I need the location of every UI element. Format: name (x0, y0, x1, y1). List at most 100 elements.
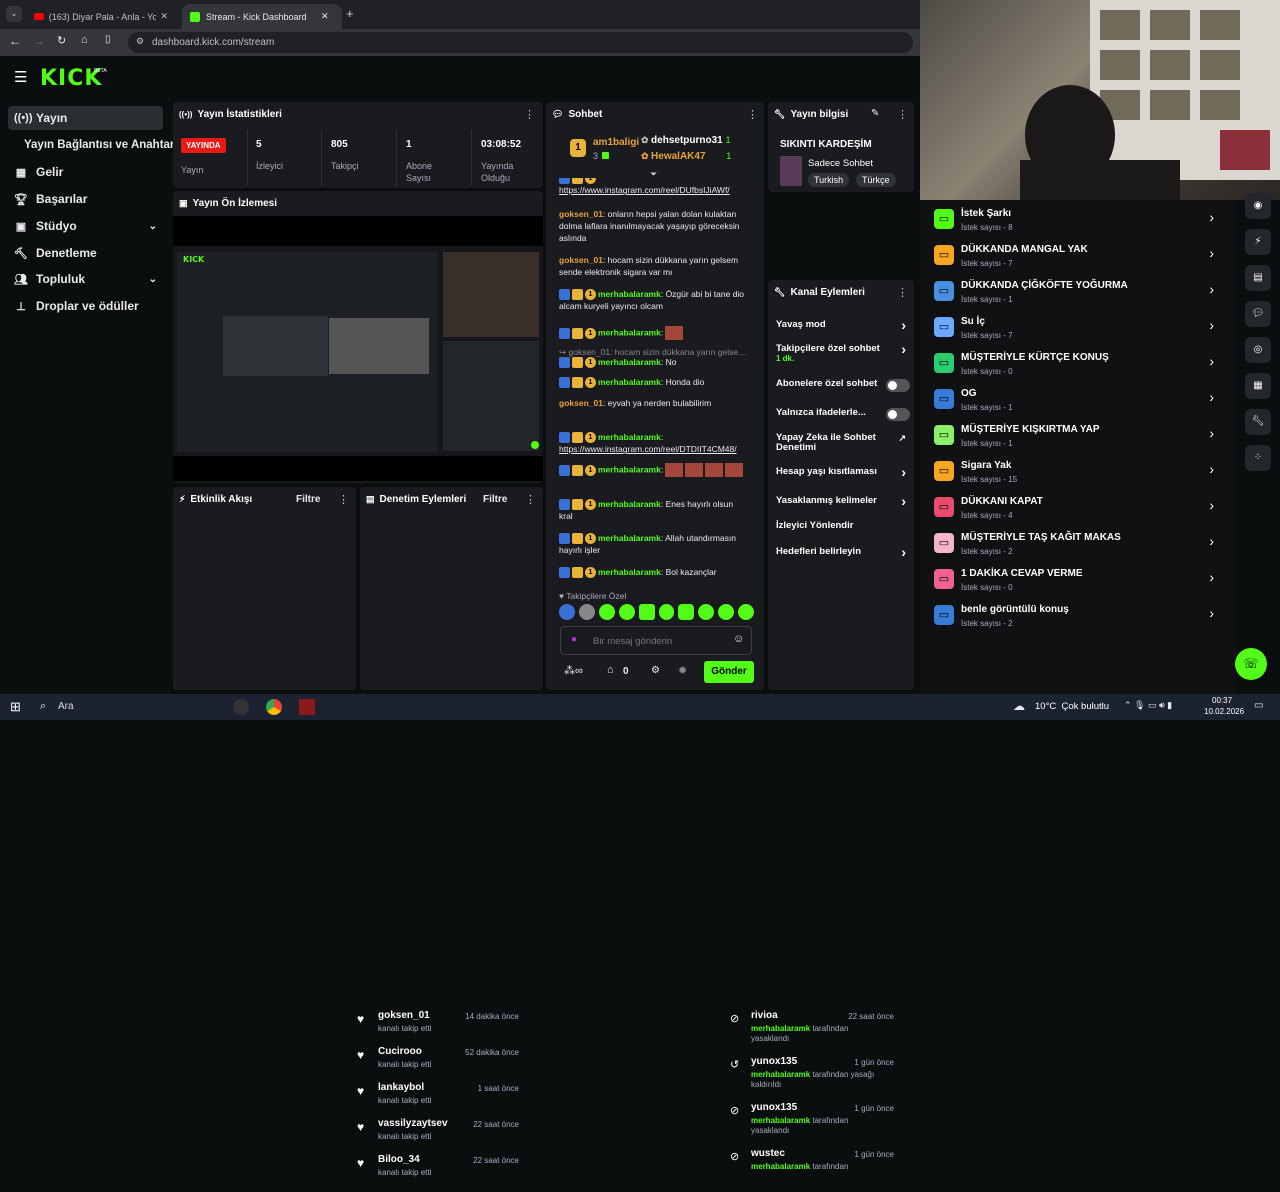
emote-icon[interactable] (718, 604, 735, 620)
channel-action-item[interactable]: Yavaş mod › (776, 317, 910, 333)
windows-start-icon[interactable]: ⊞ (10, 699, 21, 715)
apps-icon[interactable]: ⁘ (1245, 445, 1271, 471)
channel-action-item[interactable]: Hesap yaşı kısıtlaması › (776, 464, 910, 480)
mod-tools-icon[interactable]: ✹ (678, 664, 687, 677)
chat-link[interactable]: https://www.instagram.com/reel/DUfbsIJiA… (559, 185, 730, 195)
emote-icon[interactable] (559, 604, 575, 620)
reload-icon[interactable]: ↻ (57, 34, 66, 47)
chat-username[interactable]: goksen_01 (559, 398, 603, 408)
menu-icon[interactable]: ☰ (14, 68, 27, 86)
channel-reward-item[interactable]: ▭ 1 DAKİKA CEVAP VERME İstek sayısı - 0 › (930, 563, 1230, 599)
channel-action-item[interactable]: Yapay Zeka ile Sohbet Denetimi ↗ (776, 433, 910, 453)
tab-kick-dashboard[interactable]: Stream - Kick Dashboard ✕ (182, 4, 342, 29)
modlog-actor[interactable]: merhabalaramk (751, 1024, 810, 1033)
chat-username[interactable]: merhabalaramk (598, 357, 661, 367)
tag-chip[interactable]: Türkçe (856, 173, 896, 187)
sidebar-item-yayin[interactable]: ((•)) Yayın (8, 106, 163, 130)
close-icon[interactable]: ✕ (321, 11, 329, 22)
tag-chip[interactable]: Turkish (808, 173, 850, 187)
chat-username[interactable]: merhabalaramk (598, 499, 661, 509)
emote-icon[interactable] (598, 604, 615, 620)
channel-reward-item[interactable]: ▭ DÜKKANDA ÇİĞKÖFTE YOĞURMA İstek sayısı -… (930, 275, 1230, 311)
channel-action-item[interactable]: İzleyici Yönlendir (776, 521, 910, 531)
settings-gear-icon[interactable]: ⚙ (651, 665, 660, 676)
broadcast-icon[interactable]: ◎ (1245, 337, 1271, 363)
home-icon[interactable]: ⌂ (81, 34, 88, 46)
top-gifter-name[interactable]: am1baligi (593, 137, 639, 148)
top-gifter-name[interactable]: ✿ dehsetpurno31 1 (641, 135, 731, 146)
chat-scroll-area[interactable]: 1 https://www.instagram.com/reel/DUfbsIJ… (546, 178, 764, 588)
tray-icons[interactable]: ⌃ 🎙︎ ▭ 🔊︎ ▮ (1124, 700, 1172, 711)
modlog-user[interactable]: yunox135 (751, 1056, 797, 1067)
modlog-actor[interactable]: merhabalaramk (751, 1070, 810, 1079)
layout-icon[interactable]: ▦ (1245, 373, 1271, 399)
taskbar-search-label[interactable]: Ara (58, 701, 74, 712)
send-button[interactable]: Gönder (704, 661, 754, 683)
channel-reward-item[interactable]: ▭ İstek Şarkı İstek sayısı - 8 › (930, 203, 1230, 239)
tab-youtube[interactable]: (163) Diyar Pala - Anla - Yo ✕ (26, 4, 176, 29)
chat-username[interactable]: merhabalaramk (598, 432, 661, 442)
channel-action-item[interactable]: Hedefleri belirleyin › (776, 544, 910, 560)
clock-time[interactable]: 00:37 (1212, 696, 1232, 705)
sidebar-item-droplar[interactable]: ⊥ Droplar ve ödüller (8, 294, 163, 318)
sidebar-item-stream-key[interactable]: Yayın Bağlantısı ve Anahtarı (18, 133, 178, 157)
chat-username[interactable]: merhabalaramk (598, 289, 661, 299)
channel-reward-item[interactable]: ▭ benle görüntülü konuş İstek sayısı - 2 › (930, 599, 1230, 635)
chat-username[interactable]: merhabalaramk (598, 464, 661, 474)
emoji-icon[interactable]: ☺ (733, 633, 744, 645)
emote-icon[interactable] (698, 604, 715, 620)
emote-icon[interactable] (638, 604, 655, 620)
chat-username[interactable]: goksen_01 (559, 255, 603, 265)
event-user[interactable]: Cucirooo (378, 1046, 422, 1057)
new-tab-button[interactable]: + (346, 6, 354, 21)
chat-username[interactable]: merhabalaramk (598, 377, 661, 387)
document-icon[interactable]: ▤ (1245, 265, 1271, 291)
toggle-switch[interactable] (886, 379, 910, 392)
taskbar-app-icon[interactable] (233, 699, 249, 715)
wrench-icon[interactable]: 🔧︎ (1245, 409, 1271, 435)
modlog-actor[interactable]: merhabalaramk (751, 1116, 810, 1125)
channel-reward-item[interactable]: ▭ MÜŞTERİYE KIŞKIRTMA YAP İstek sayısı - 1… (930, 419, 1230, 455)
channel-reward-item[interactable]: ▭ MÜŞTERİYLE TAŞ KAĞIT MAKAS İstek sayısı … (930, 527, 1230, 563)
more-icon[interactable]: ⋮ (524, 108, 535, 121)
notification-icon[interactable]: ▭ (1254, 700, 1263, 711)
chrome-icon[interactable] (266, 699, 282, 715)
infinity-points-icon[interactable]: ⁂∞ (564, 664, 583, 677)
preview-video[interactable]: KICK (173, 216, 543, 481)
support-chat-button[interactable]: ☏ (1235, 648, 1267, 680)
url-input[interactable]: ⚙ dashboard.kick.com/stream (128, 32, 913, 53)
emote-icon[interactable] (678, 604, 695, 620)
forward-icon[interactable]: → (33, 34, 45, 48)
more-icon[interactable]: ⋮ (897, 108, 908, 121)
tab-list-button[interactable]: ⌄ (6, 6, 22, 22)
event-user[interactable]: vassilyzaytsev (378, 1118, 448, 1129)
chat-username[interactable]: merhabalaramk (598, 533, 661, 543)
event-user[interactable]: Biloo_34 (378, 1154, 420, 1165)
sidebar-item-topluluk[interactable]: 👥︎ Topluluk ⌄ (8, 267, 163, 291)
modlog-user[interactable]: wustec (751, 1148, 785, 1159)
modlog-user[interactable]: rivioa (751, 1010, 778, 1021)
chat-username[interactable]: merhabalaramk (598, 567, 661, 577)
toggle-switch[interactable] (886, 408, 910, 421)
channel-action-item[interactable]: Yasaklanmış kelimeler › (776, 493, 910, 509)
sidebar-item-gelir[interactable]: ▦ Gelir (8, 160, 163, 184)
channel-action-item[interactable]: Yalnızca ifadelerle... (776, 408, 910, 421)
channel-reward-item[interactable]: ▭ DÜKKANDA MANGAL YAK İstek sayısı - 7 › (930, 239, 1230, 275)
modlog-actor[interactable]: merhabalaramk (751, 1162, 810, 1171)
back-icon[interactable]: ← (9, 34, 21, 48)
chat-username[interactable]: merhabalaramk (598, 327, 661, 337)
sidebar-item-basarilar[interactable]: 🏆︎ Başarılar (8, 187, 163, 211)
modlog-filter-button[interactable]: Filtre (483, 494, 507, 505)
more-icon[interactable]: ⋮ (747, 108, 758, 121)
event-user[interactable]: lankaybol (378, 1082, 424, 1093)
chat-username[interactable]: goksen_01 (559, 209, 603, 219)
emote-icon[interactable] (578, 604, 595, 620)
clock-date[interactable]: 10.02.2026 (1204, 707, 1244, 716)
lightning-icon[interactable]: ⚡︎ (1245, 229, 1271, 255)
event-user[interactable]: goksen_01 (378, 1010, 430, 1021)
category-name[interactable]: Sadece Sohbet (808, 158, 873, 169)
taskbar-app-icon[interactable] (299, 699, 315, 715)
channel-reward-item[interactable]: ▭ OG İstek sayısı - 1 › (930, 383, 1230, 419)
edit-icon[interactable]: ✎ (871, 108, 879, 119)
close-icon[interactable]: ✕ (160, 11, 168, 22)
